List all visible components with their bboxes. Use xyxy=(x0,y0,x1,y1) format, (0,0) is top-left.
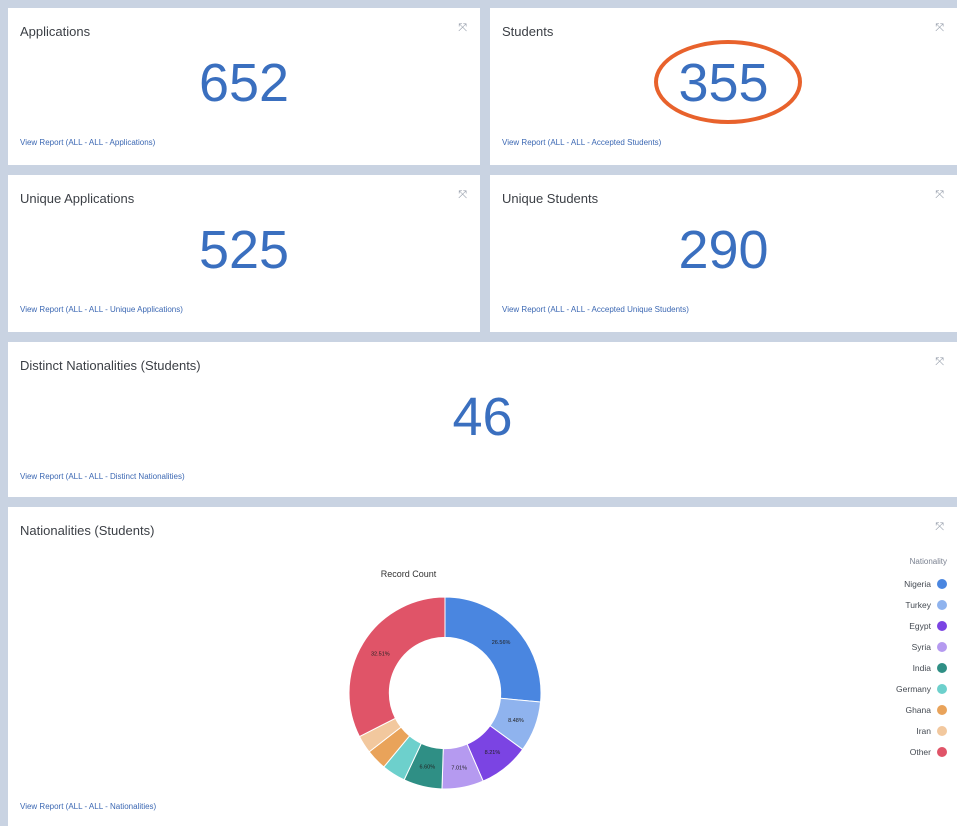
distinct-nationalities-title: Distinct Nationalities (Students) xyxy=(20,358,201,373)
legend-label: Egypt xyxy=(909,620,931,631)
legend-label: Ghana xyxy=(905,704,931,715)
legend-dot-icon xyxy=(937,683,947,694)
nationalities-card: Nationalities (Students) ⤧ Record Count … xyxy=(8,507,957,826)
students-card: Students ⤧ 355 View Report (ALL - ALL - … xyxy=(490,8,957,165)
unique-students-title: Unique Students xyxy=(502,191,599,206)
legend-dot-icon xyxy=(937,620,947,631)
applications-value: 652 xyxy=(198,53,290,113)
legend-label: Nigeria xyxy=(904,578,931,589)
slice-nigeria[interactable] xyxy=(444,596,542,703)
legend-item-nigeria[interactable]: Nigeria xyxy=(896,573,947,594)
unique-students-report-link[interactable]: View Report (ALL - ALL - Accepted Unique… xyxy=(502,305,689,314)
unique-applications-report-link[interactable]: View Report (ALL - ALL - Unique Applicat… xyxy=(20,305,183,314)
unique-students-card: Unique Students ⤧ 290 View Report (ALL -… xyxy=(490,175,957,332)
legend-item-turkey[interactable]: Turkey xyxy=(896,594,947,615)
unique-applications-title: Unique Applications xyxy=(20,191,135,206)
legend-item-syria[interactable]: Syria xyxy=(896,636,947,657)
slice-label-other: 32.51% xyxy=(371,651,390,657)
expand-icon[interactable]: ⤧ xyxy=(935,356,944,369)
applications-report-link[interactable]: View Report (ALL - ALL - Applications) xyxy=(20,138,155,147)
distinct-nationalities-report-link[interactable]: View Report (ALL - ALL - Distinct Nation… xyxy=(20,472,185,481)
legend-dot-icon xyxy=(937,578,947,589)
annotation-circle xyxy=(654,40,802,124)
slice-label-nigeria: 26.56% xyxy=(492,640,511,646)
legend-label: Turkey xyxy=(905,599,931,610)
slice-other[interactable] xyxy=(348,596,446,738)
chart-legend: Nationality Nigeria Turkey Egypt Syria India… xyxy=(896,557,947,762)
legend-item-iran[interactable]: Iran xyxy=(896,720,947,741)
legend-item-india[interactable]: India xyxy=(896,657,947,678)
legend-label: Germany xyxy=(896,683,931,694)
slice-label-syria: 7.01% xyxy=(451,765,467,771)
legend-label: Syria xyxy=(911,641,931,652)
expand-icon[interactable]: ⤧ xyxy=(935,22,944,35)
legend-dot-icon xyxy=(937,746,947,757)
legend-dot-icon xyxy=(937,641,947,652)
students-title: Students xyxy=(502,24,554,39)
legend-label: India xyxy=(912,662,931,673)
slice-label-india: 6.60% xyxy=(419,765,435,771)
legend-item-other[interactable]: Other xyxy=(896,741,947,762)
legend-label: Other xyxy=(909,746,931,757)
chart-title: Record Count xyxy=(380,569,437,579)
distinct-nationalities-card: Distinct Nationalities (Students) ⤧ 46 V… xyxy=(8,342,957,497)
students-report-link[interactable]: View Report (ALL - ALL - Accepted Studen… xyxy=(502,138,661,147)
nationalities-report-link[interactable]: View Report (ALL - ALL - Nationalities) xyxy=(20,802,156,811)
nationalities-title: Nationalities (Students) xyxy=(20,523,155,538)
legend-item-germany[interactable]: Germany xyxy=(896,678,947,699)
applications-card: Applications ⤧ 652 View Report (ALL - AL… xyxy=(8,8,480,165)
distinct-nationalities-value: 46 xyxy=(452,387,513,447)
expand-icon[interactable]: ⤧ xyxy=(935,521,944,534)
expand-icon[interactable]: ⤧ xyxy=(458,22,467,35)
legend-dot-icon xyxy=(937,725,947,736)
applications-title: Applications xyxy=(20,24,91,39)
legend-title: Nationality xyxy=(909,557,947,566)
legend-dot-icon xyxy=(937,704,947,715)
expand-icon[interactable]: ⤧ xyxy=(935,189,944,202)
slice-label-egypt: 8.21% xyxy=(485,750,501,756)
slice-label-turkey: 8.48% xyxy=(508,718,524,724)
legend-label: Iran xyxy=(916,725,931,736)
unique-applications-card: Unique Applications ⤧ 525 View Report (A… xyxy=(8,175,480,332)
nationalities-donut-chart: 26.56% 8.48% 8.21% 7.01% 6.60% 32.51% xyxy=(348,596,542,790)
legend-dot-icon xyxy=(937,599,947,610)
unique-students-value: 290 xyxy=(678,220,769,280)
legend-item-ghana[interactable]: Ghana xyxy=(896,699,947,720)
expand-icon[interactable]: ⤧ xyxy=(458,189,467,202)
legend-dot-icon xyxy=(937,662,947,673)
unique-applications-value: 525 xyxy=(198,220,290,280)
legend-item-egypt[interactable]: Egypt xyxy=(896,615,947,636)
